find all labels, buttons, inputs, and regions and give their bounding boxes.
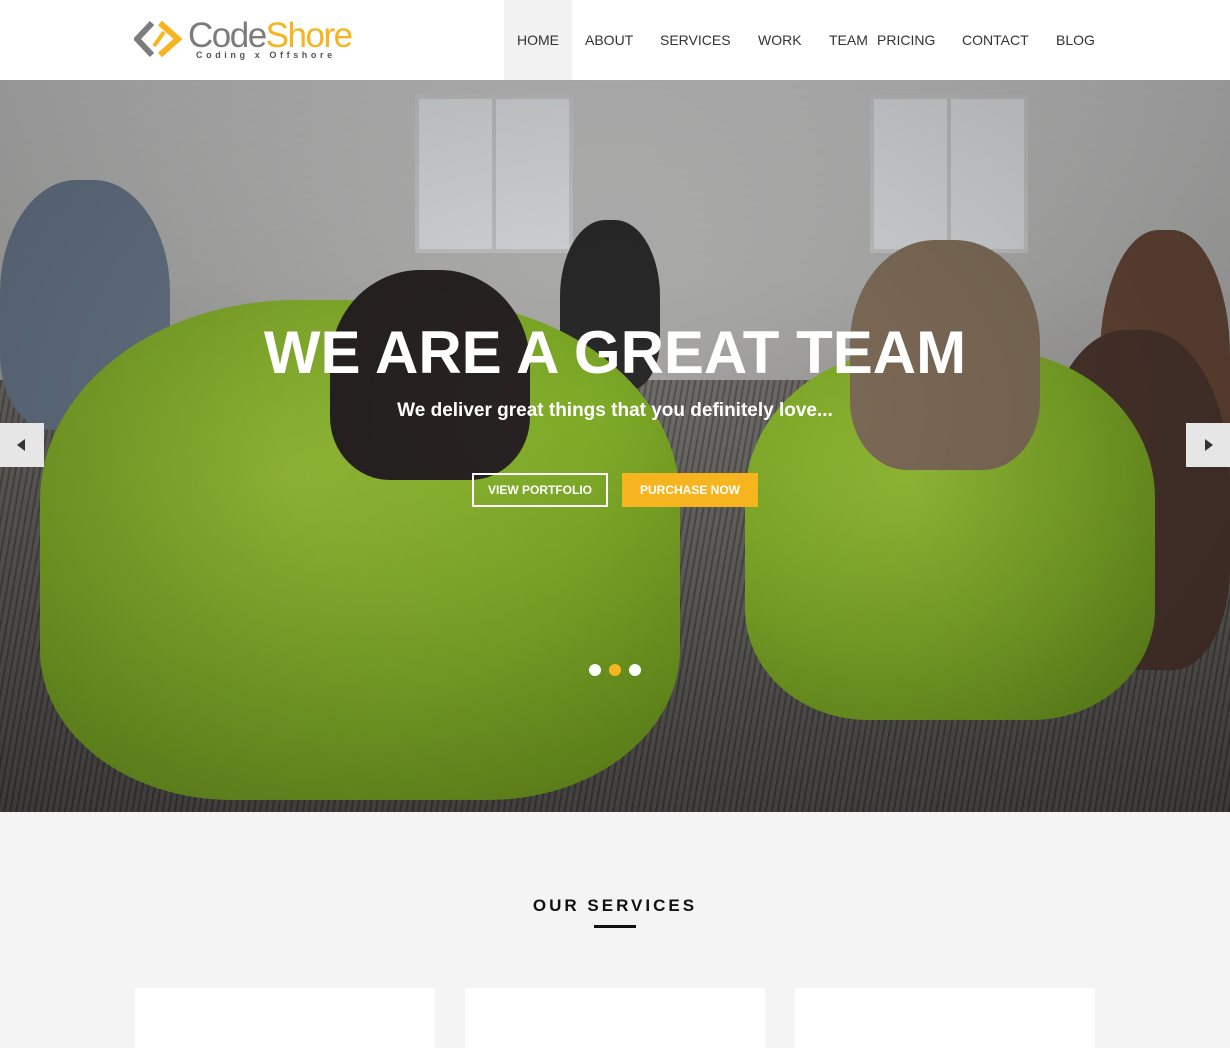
view-portfolio-button[interactable]: VIEW PORTFOLIO: [472, 473, 608, 507]
service-card: [465, 988, 765, 1048]
site-logo[interactable]: CodeShore Coding x Offshore: [134, 16, 353, 64]
caret-left-icon: [17, 439, 25, 451]
hero-slider: WE ARE A GREAT TEAM We deliver great thi…: [0, 80, 1230, 812]
slider-dot-1[interactable]: [589, 664, 601, 676]
services-heading: OUR SERVICES: [532, 896, 698, 915]
slider-prev-button[interactable]: [0, 423, 44, 467]
nav-pricing[interactable]: PRICING: [877, 0, 935, 80]
hero-title: WE ARE A GREAT TEAM: [263, 319, 967, 386]
nav-team[interactable]: TEAM: [829, 0, 868, 80]
nav-contact[interactable]: CONTACT: [962, 0, 1029, 80]
slider-next-button[interactable]: [1186, 423, 1230, 467]
slider-dot-3[interactable]: [629, 664, 641, 676]
nav-work[interactable]: WORK: [758, 0, 802, 80]
nav-home[interactable]: HOME: [504, 0, 572, 80]
slider-dot-2[interactable]: [609, 664, 621, 676]
site-header: CodeShore Coding x Offshore HOME ABOUT S…: [0, 0, 1230, 80]
code-brackets-icon: [134, 20, 183, 58]
services-heading-underline: [594, 925, 636, 928]
hero-overlay: [0, 80, 1230, 812]
service-card: [135, 988, 435, 1048]
hero-subtitle: We deliver great things that you definit…: [397, 400, 833, 421]
purchase-now-button[interactable]: PURCHASE NOW: [622, 473, 758, 507]
logo-tagline: Coding x Offshore: [196, 50, 336, 60]
caret-right-icon: [1205, 439, 1213, 451]
nav-about[interactable]: ABOUT: [585, 0, 633, 80]
nav-services[interactable]: SERVICES: [660, 0, 731, 80]
nav-blog[interactable]: BLOG: [1056, 0, 1095, 80]
service-card: [795, 988, 1095, 1048]
